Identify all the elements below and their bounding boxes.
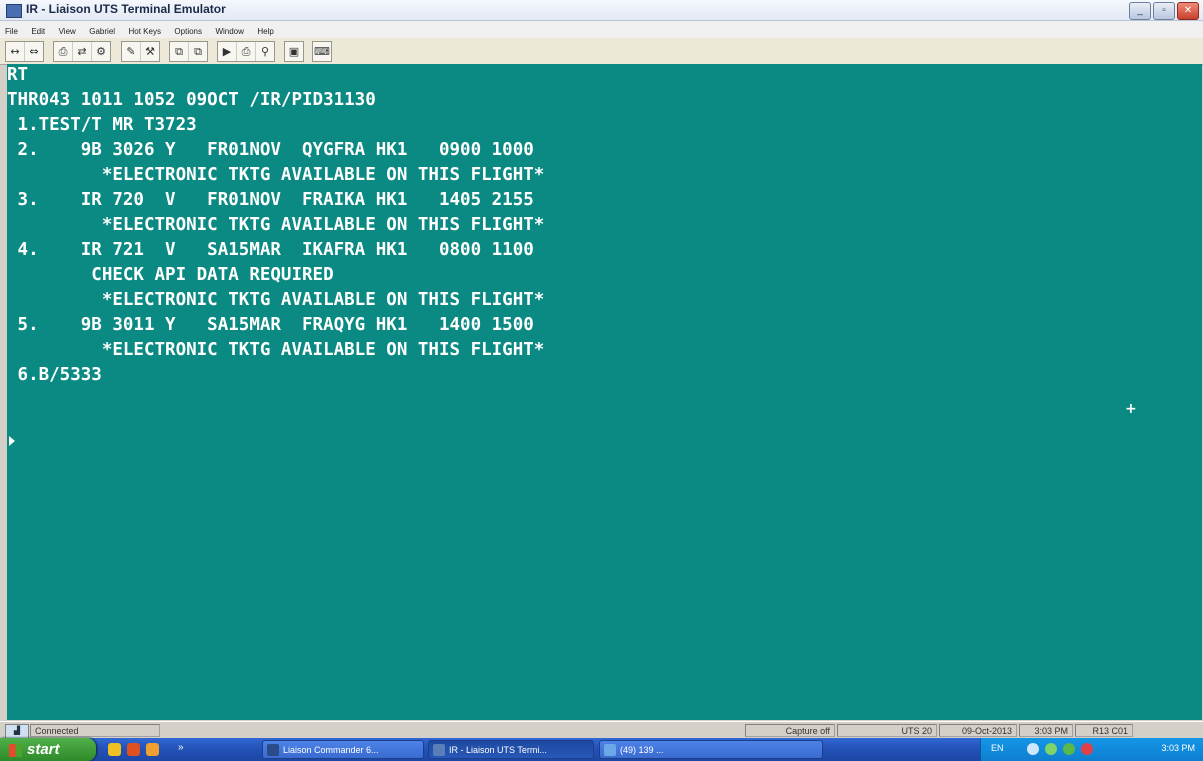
- settings-icon[interactable]: ⚙: [92, 42, 110, 61]
- play-icon[interactable]: ▶: [218, 42, 237, 61]
- app-icon: [604, 744, 616, 756]
- terminal-screen[interactable]: RT THR043 1011 1052 09OCT /IR/PID31130 1…: [7, 64, 1202, 720]
- capture-status: Capture off: [745, 724, 835, 737]
- taskbar-clock[interactable]: 3:03 PM: [1161, 743, 1195, 753]
- status-bar: ▟ Connected Capture off UTS 20 09-Oct-20…: [0, 721, 1203, 739]
- toolbar: ↔ ⇔ ⎙ ⇄ ⚙ ✎ ⚒ ⧉ ⧉ ▶ ⎙ ⚲ ▣ ⌨: [0, 38, 1203, 65]
- start-button[interactable]: start: [0, 738, 96, 761]
- task-label: IR - Liaison UTS Termi...: [449, 745, 547, 755]
- close-button[interactable]: ✕: [1177, 2, 1199, 20]
- menu-help[interactable]: Help: [252, 24, 277, 36]
- status-time: 3:03 PM: [1019, 724, 1073, 737]
- quicklaunch-icon[interactable]: [127, 743, 140, 756]
- language-indicator[interactable]: EN: [991, 743, 1004, 753]
- disconnect-icon[interactable]: ⇔: [25, 42, 43, 61]
- terminal-line: RT: [7, 65, 29, 85]
- terminal-line: 6.B/5333: [7, 365, 102, 385]
- connection-status-icon: ▟: [5, 724, 29, 739]
- menu-edit[interactable]: Edit: [26, 24, 49, 36]
- window-controls: _ ▫ ✕: [1129, 2, 1199, 20]
- toolbar-group-tools: ✎ ⚒: [121, 41, 160, 62]
- system-tray: EN 3:03 PM: [980, 738, 1203, 761]
- edit-icon[interactable]: ✎: [122, 42, 141, 61]
- terminal-line: *ELECTRONIC TKTG AVAILABLE ON THIS FLIGH…: [7, 215, 545, 235]
- app-icon[interactable]: [6, 4, 22, 18]
- transfer-icon[interactable]: ⇄: [73, 42, 92, 61]
- terminal-mode: UTS 20: [837, 724, 937, 737]
- restore-button[interactable]: ▫: [1153, 2, 1175, 20]
- taskbar-task-uts-terminal[interactable]: IR - Liaison UTS Termi...: [428, 740, 594, 759]
- terminal-line: 2. 9B 3026 Y FR01NOV QYGFRA HK1 0900 100…: [7, 140, 534, 160]
- app-icon: [433, 744, 445, 756]
- menu-hot-keys[interactable]: Hot Keys: [124, 24, 165, 36]
- menu-gabriel[interactable]: Gabriel: [84, 24, 119, 36]
- toolbar-group-connect: ↔ ⇔: [5, 41, 44, 62]
- terminal-line: CHECK API DATA REQUIRED: [7, 265, 334, 285]
- terminal-line: *ELECTRONIC TKTG AVAILABLE ON THIS FLIGH…: [7, 165, 545, 185]
- window-title: IR - Liaison UTS Terminal Emulator: [26, 2, 226, 16]
- print-icon[interactable]: ⎙: [54, 42, 73, 61]
- toolbar-group-run: ▶ ⎙ ⚲: [217, 41, 275, 62]
- terminal-line: *ELECTRONIC TKTG AVAILABLE ON THIS FLIGH…: [7, 290, 545, 310]
- input-cursor-icon: [9, 436, 15, 446]
- find-icon[interactable]: ⚲: [256, 42, 274, 61]
- terminal-line: 3. IR 720 V FR01NOV FRAIKA HK1 1405 2155: [7, 190, 534, 210]
- tray-icon[interactable]: [1063, 743, 1075, 755]
- window-title-bar[interactable]: IR - Liaison UTS Terminal Emulator _ ▫ ✕: [0, 0, 1203, 21]
- menu-file[interactable]: File: [0, 24, 22, 36]
- quicklaunch-icon[interactable]: [108, 743, 121, 756]
- terminal-line: 5. 9B 3011 Y SA15MAR FRAQYG HK1 1400 150…: [7, 315, 534, 335]
- connect-icon[interactable]: ↔: [6, 42, 25, 61]
- quicklaunch-icon[interactable]: [146, 743, 159, 756]
- taskbar-task-browser[interactable]: (49) 139 ...: [599, 740, 823, 759]
- terminal-line: 1.TEST/T MR T3723: [7, 115, 197, 135]
- minimize-button[interactable]: _: [1129, 2, 1151, 20]
- taskbar: start » Liaison Commander 6... IR - Liai…: [0, 738, 1203, 761]
- toolbar-group-print: ⎙ ⇄ ⚙: [53, 41, 111, 62]
- connection-status: Connected: [30, 724, 160, 737]
- quicklaunch-chevron-icon[interactable]: »: [178, 742, 184, 753]
- tray-icon[interactable]: [1081, 743, 1093, 755]
- windows-logo-icon: [9, 743, 22, 757]
- menu-view[interactable]: View: [54, 24, 80, 36]
- cursor-position: R13 C01: [1075, 724, 1133, 737]
- copy-icon[interactable]: ⧉: [170, 42, 189, 61]
- screen-icon[interactable]: ▣: [285, 42, 303, 61]
- terminal-line: 4. IR 721 V SA15MAR IKAFRA HK1 0800 1100: [7, 240, 534, 260]
- menu-bar: File Edit View Gabriel Hot Keys Options …: [0, 21, 1203, 38]
- menu-options[interactable]: Options: [169, 24, 206, 36]
- app-icon: [267, 744, 279, 756]
- task-label: Liaison Commander 6...: [283, 745, 379, 755]
- toolbar-group-keyboard: ⌨: [312, 41, 332, 62]
- terminal-line: THR043 1011 1052 09OCT /IR/PID31130: [7, 90, 376, 110]
- capture-icon[interactable]: ⎙: [237, 42, 256, 61]
- taskbar-task-liaison-commander[interactable]: Liaison Commander 6...: [262, 740, 424, 759]
- mouse-crosshair-icon: +: [1125, 401, 1137, 417]
- start-label: start: [27, 741, 60, 758]
- status-date: 09-Oct-2013: [939, 724, 1017, 737]
- tray-icon[interactable]: [1045, 743, 1057, 755]
- terminal-line: *ELECTRONIC TKTG AVAILABLE ON THIS FLIGH…: [7, 340, 545, 360]
- task-label: (49) 139 ...: [620, 745, 664, 755]
- tools-icon[interactable]: ⚒: [141, 42, 159, 61]
- paste-icon[interactable]: ⧉: [189, 42, 207, 61]
- toolbar-group-copy: ⧉ ⧉: [169, 41, 208, 62]
- toolbar-group-screen: ▣: [284, 41, 304, 62]
- tray-icon[interactable]: [1027, 743, 1039, 755]
- menu-window[interactable]: Window: [210, 24, 247, 36]
- keyboard-icon[interactable]: ⌨: [313, 42, 331, 61]
